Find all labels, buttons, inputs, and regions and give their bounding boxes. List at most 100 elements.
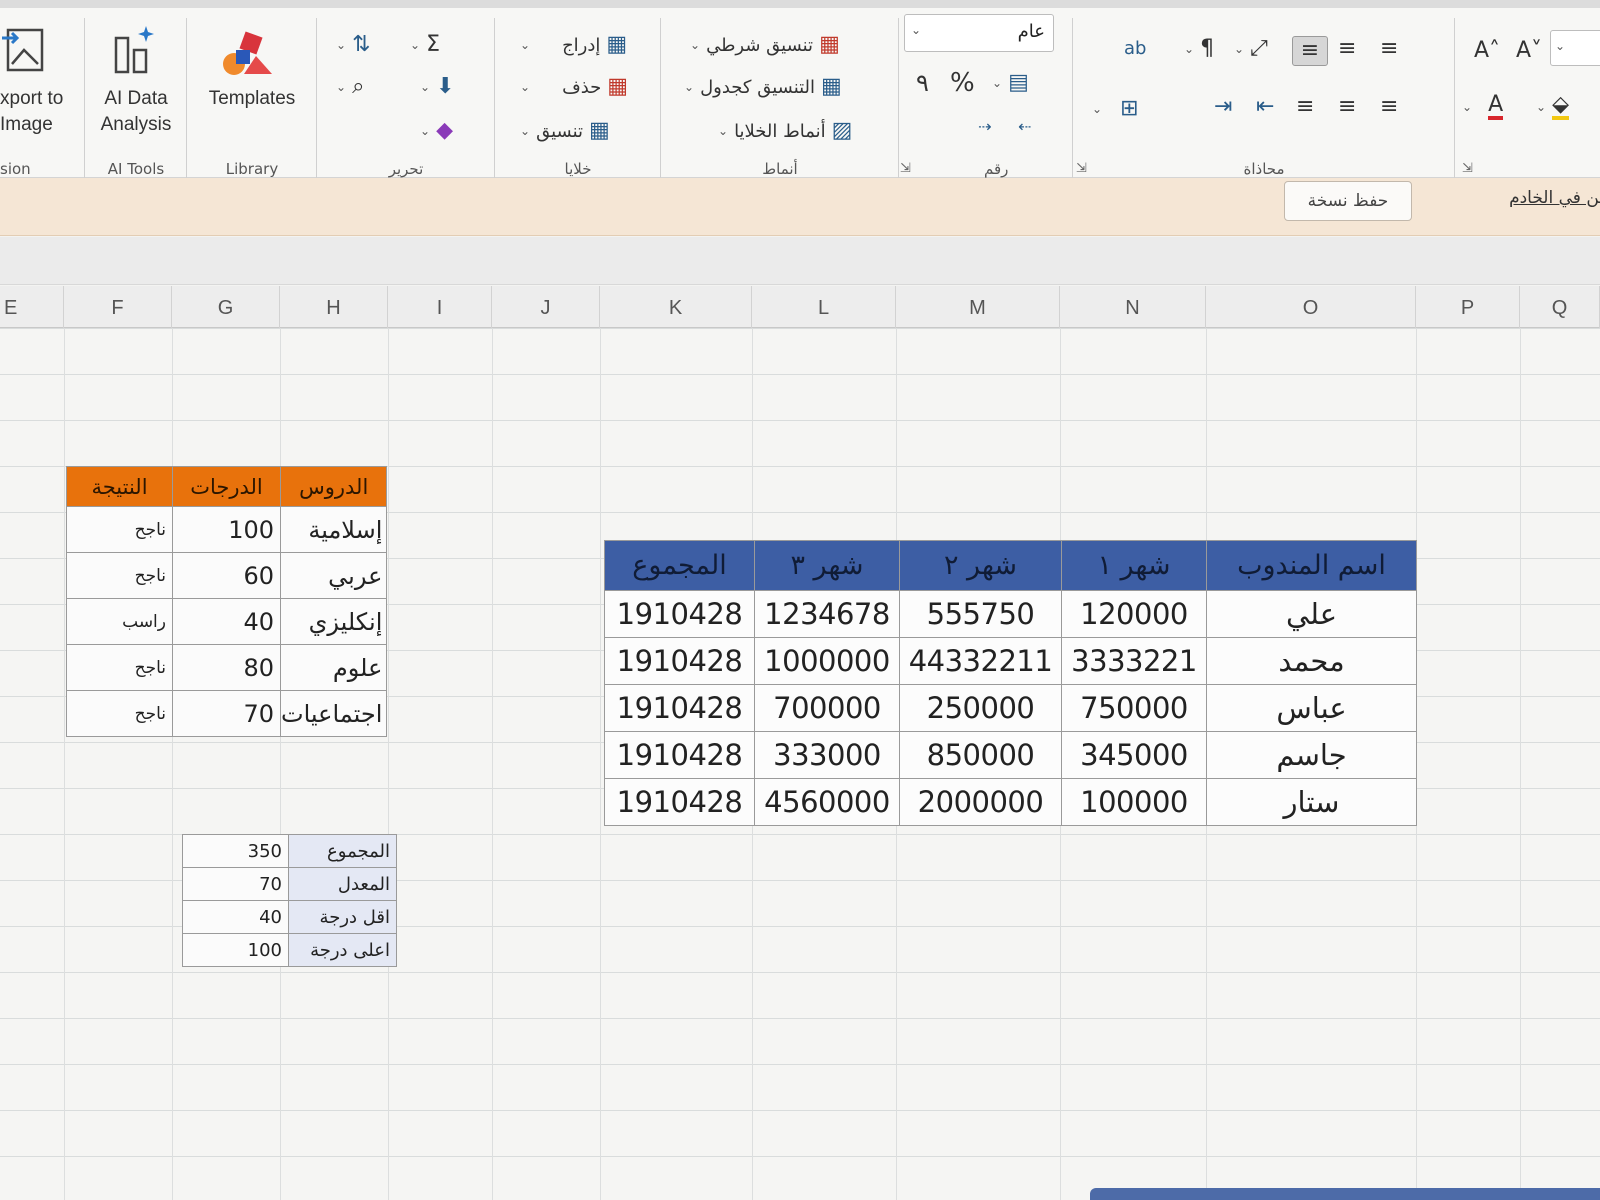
column-header-e[interactable]: E [0, 286, 64, 328]
cell-stat-label[interactable]: اقل درجة [288, 900, 397, 934]
align-center-button[interactable]: ≡ [1338, 92, 1356, 122]
header-total[interactable]: المجموع [604, 540, 755, 591]
cell-total[interactable]: 1910428 [604, 590, 755, 638]
cell-stat-value[interactable]: 40 [182, 900, 289, 934]
clear-button[interactable]: ⌄ ◆ [420, 116, 453, 146]
cell-total[interactable]: 1910428 [604, 731, 755, 779]
cell-month-3[interactable]: 700000 [754, 684, 900, 732]
cell-month-2[interactable]: 555750 [899, 590, 1062, 638]
column-header-o[interactable]: O [1206, 286, 1416, 328]
header-rep-name[interactable]: اسم المندوب [1206, 540, 1417, 591]
column-header-q[interactable]: Q [1520, 286, 1600, 328]
header-month-3[interactable]: شهر ٣ [754, 540, 900, 591]
fill-color-button[interactable]: ⌄ ⬙ [1536, 92, 1569, 122]
cell-stat-value[interactable]: 350 [182, 834, 289, 868]
cell-result[interactable]: ناجح [66, 552, 173, 599]
wrap-text-button[interactable]: ab [1124, 34, 1146, 64]
number-format-select[interactable]: ⌄ عام [904, 14, 1054, 52]
accounting-format-button[interactable]: ⌄ ▤ [992, 68, 1029, 98]
info-bar-message[interactable]: ة للتخزين في الخادم. [1420, 188, 1600, 208]
cell-month-2[interactable]: 850000 [899, 731, 1062, 779]
cell-grade[interactable]: 70 [172, 690, 281, 737]
conditional-formatting-button[interactable]: ⌄ تنسيق شرطي ▦ [690, 30, 840, 60]
column-header-n[interactable]: N [1060, 286, 1206, 328]
increase-indent-button[interactable]: ⇥ [1214, 92, 1232, 122]
column-header-l[interactable]: L [752, 286, 896, 328]
cell-stat-label[interactable]: المجموع [288, 834, 397, 868]
cell-month-1[interactable]: 3333221 [1061, 637, 1207, 685]
column-header-p[interactable]: P [1416, 286, 1520, 328]
find-select-button[interactable]: ⌄ ⌕ [336, 72, 364, 102]
sort-filter-button[interactable]: ⌄ ⇅ [336, 30, 371, 60]
insert-cells-button[interactable]: ⌄ إدراج ▦ [520, 30, 627, 60]
cell-month-3[interactable]: 1000000 [754, 637, 900, 685]
cell-result[interactable]: راسب [66, 598, 173, 645]
cell-result[interactable]: ناجح [66, 690, 173, 737]
font-color-button[interactable]: ⌄ A [1462, 92, 1504, 122]
dialog-launcher-icon[interactable]: ⇲ [900, 161, 911, 176]
fill-button[interactable]: ⌄ ⬇ [420, 72, 455, 102]
font-size-select[interactable]: ⌄ [1550, 30, 1600, 66]
cell-month-1[interactable]: 345000 [1061, 731, 1207, 779]
align-right-button[interactable]: ≡ [1380, 92, 1398, 122]
cell-subject[interactable]: اجتماعيات [279, 690, 388, 737]
save-copy-button[interactable]: حفظ نسخة [1284, 181, 1412, 221]
cell-total[interactable]: 1910428 [604, 778, 755, 826]
cell-rep-name[interactable]: ستار [1206, 778, 1417, 826]
increase-font-button[interactable]: A˄ [1474, 36, 1500, 66]
cell-month-1[interactable]: 100000 [1061, 778, 1207, 826]
cell-subject[interactable]: عربي [279, 552, 388, 599]
cell-result[interactable]: ناجح [66, 506, 173, 553]
align-left-button[interactable]: ≡ [1296, 92, 1314, 122]
cell-grade[interactable]: 40 [172, 598, 281, 645]
cell-grade[interactable]: 80 [172, 644, 281, 691]
horizontal-scrollbar[interactable] [1090, 1188, 1600, 1200]
comma-style-button[interactable]: ٩ [916, 68, 929, 98]
cell-month-3[interactable]: 4560000 [754, 778, 900, 826]
cell-month-2[interactable]: 250000 [899, 684, 1062, 732]
header-subject[interactable]: الدروس [279, 466, 388, 507]
cell-styles-button[interactable]: ⌄ أنماط الخلايا ▨ [718, 116, 852, 146]
templates-button[interactable]: Templates [188, 86, 316, 112]
header-month-2[interactable]: شهر ٢ [899, 540, 1062, 591]
column-header-f[interactable]: F [64, 286, 172, 328]
percent-style-button[interactable]: % [950, 68, 975, 98]
orientation-button[interactable]: ⌄ ⤢ [1234, 34, 1268, 64]
cell-subject[interactable]: إسلامية [279, 506, 388, 553]
dialog-launcher-icon[interactable]: ⇲ [1462, 161, 1473, 176]
decrease-indent-button[interactable]: ⇤ [1256, 92, 1274, 122]
cell-subject[interactable]: علوم [279, 644, 388, 691]
cell-stat-value[interactable]: 70 [182, 867, 289, 901]
cell-grade[interactable]: 60 [172, 552, 281, 599]
cell-month-3[interactable]: 1234678 [754, 590, 900, 638]
cell-rep-name[interactable]: محمد [1206, 637, 1417, 685]
cell-rep-name[interactable]: عباس [1206, 684, 1417, 732]
decrease-font-button[interactable]: A˅ [1516, 36, 1542, 66]
cell-month-3[interactable]: 333000 [754, 731, 900, 779]
decrease-decimal-button[interactable]: ⇢ [978, 112, 991, 142]
cell-month-2[interactable]: 2000000 [899, 778, 1062, 826]
align-bottom-button[interactable]: ≡ [1380, 34, 1398, 64]
align-top-button[interactable]: ≡ [1338, 34, 1356, 64]
header-result[interactable]: النتيجة [66, 466, 173, 507]
column-header-k[interactable]: K [600, 286, 752, 328]
column-header-g[interactable]: G [172, 286, 280, 328]
cell-total[interactable]: 1910428 [604, 637, 755, 685]
delete-cells-button[interactable]: ⌄ حذف ▦ [520, 72, 628, 102]
merge-center-button[interactable]: ⌄ ⊞ [1092, 94, 1139, 124]
format-cells-button[interactable]: ⌄ تنسيق ▦ [520, 116, 610, 146]
cell-result[interactable]: ناجح [66, 644, 173, 691]
column-header-h[interactable]: H [280, 286, 388, 328]
cell-stat-label[interactable]: اعلى درجة [288, 933, 397, 967]
autosum-button[interactable]: ⌄ Σ [410, 30, 440, 60]
header-grade[interactable]: الدرجات [172, 466, 281, 507]
cell-month-1[interactable]: 120000 [1061, 590, 1207, 638]
increase-decimal-button[interactable]: ⇠ [1018, 112, 1031, 142]
column-header-m[interactable]: M [896, 286, 1060, 328]
ai-data-analysis-button[interactable]: AI Data Analysis [86, 86, 186, 138]
cell-rep-name[interactable]: جاسم [1206, 731, 1417, 779]
text-direction-button[interactable]: ⌄ ¶ [1184, 34, 1214, 64]
cell-stat-value[interactable]: 100 [182, 933, 289, 967]
align-middle-button[interactable]: ≡ [1292, 36, 1328, 66]
cell-month-1[interactable]: 750000 [1061, 684, 1207, 732]
